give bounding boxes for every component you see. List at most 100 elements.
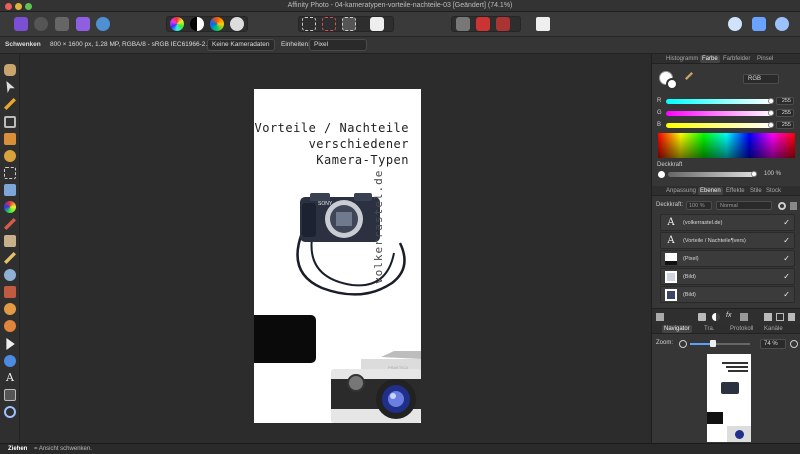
selection-mode-icon[interactable] <box>370 17 384 31</box>
inpainting-tool-icon[interactable] <box>4 286 16 298</box>
deselect-icon[interactable] <box>322 17 336 31</box>
marquee-tool-icon[interactable] <box>4 167 16 179</box>
tab-navigator[interactable]: Navigator <box>662 325 692 333</box>
zoom-in-icon[interactable] <box>790 340 798 348</box>
lock-icon[interactable] <box>790 202 797 210</box>
red-eye-tool-icon[interactable] <box>4 303 16 315</box>
tab-styles[interactable]: Stile <box>748 187 764 195</box>
tab-history[interactable]: Protokoll <box>728 325 755 333</box>
live-filter-icon[interactable] <box>740 313 748 321</box>
export-persona-icon[interactable] <box>96 17 110 31</box>
macro-icon[interactable] <box>536 17 550 31</box>
text-tool-icon[interactable]: A <box>4 372 16 384</box>
blend-mode-select[interactable]: Normal <box>716 201 772 210</box>
tab-channels[interactable]: Kanäle <box>762 325 785 333</box>
color-wheel-icon[interactable] <box>170 17 184 31</box>
layer-row[interactable]: (Bild) ✓ <box>660 286 795 303</box>
visibility-check-icon[interactable]: ✓ <box>783 272 790 281</box>
layer-row[interactable]: A (Vorteile / Nachteile¶vers) ✓ <box>660 232 795 249</box>
selection-brush-tool-icon[interactable] <box>4 133 16 145</box>
tab-layers[interactable]: Ebenen <box>698 187 723 195</box>
dodge-tool-icon[interactable] <box>4 235 16 247</box>
opacity-slider[interactable] <box>668 172 754 177</box>
tab-effects[interactable]: Effekte <box>724 187 747 195</box>
layer-row[interactable]: A (volkerrastel.de) ✓ <box>660 214 795 231</box>
studio-icon[interactable] <box>775 17 789 31</box>
mesh-warp-tool-icon[interactable] <box>4 320 16 332</box>
preview-title-line <box>722 362 748 364</box>
group-layers-icon[interactable] <box>764 313 772 321</box>
clone-tool-icon[interactable] <box>4 252 16 264</box>
document-canvas[interactable]: Vorteile / Nachteile verschiedener Kamer… <box>20 54 650 443</box>
tab-swatches[interactable]: Farbfelder <box>721 55 752 63</box>
blur-tool-icon[interactable] <box>4 269 16 281</box>
green-slider-knob[interactable] <box>768 110 774 116</box>
eyedropper-icon[interactable] <box>685 72 693 80</box>
auto-contrast-icon[interactable] <box>190 17 204 31</box>
crop-tool-icon[interactable] <box>4 116 16 128</box>
tab-color[interactable]: Farbe <box>700 55 720 63</box>
move-tool-icon[interactable] <box>6 81 15 93</box>
navigator-preview[interactable] <box>707 354 751 442</box>
fill-tool-icon[interactable] <box>4 184 16 196</box>
mask-layer-icon[interactable] <box>698 313 706 321</box>
add-layer-icon[interactable] <box>776 313 784 321</box>
tab-stock[interactable]: Stock <box>764 187 783 195</box>
red-slider-knob[interactable] <box>768 98 774 104</box>
visibility-check-icon[interactable]: ✓ <box>783 254 790 263</box>
green-channel-slider[interactable] <box>666 111 773 116</box>
paint-brush-tool-icon[interactable] <box>4 218 16 230</box>
zoom-value-field[interactable]: 74 % <box>760 339 786 349</box>
tab-adjustments[interactable]: Anpassung <box>664 187 698 195</box>
blue-channel-slider[interactable] <box>666 123 773 128</box>
tab-transform[interactable]: Tra. <box>702 325 716 333</box>
blue-value-field[interactable]: 255 <box>776 121 794 129</box>
opacity-slider-knob[interactable] <box>751 171 757 177</box>
photo-persona-icon[interactable] <box>14 17 28 31</box>
visibility-check-icon[interactable]: ✓ <box>783 218 790 227</box>
table-tool-icon[interactable] <box>4 389 16 401</box>
blue-slider-knob[interactable] <box>768 122 774 128</box>
green-value-field[interactable]: 255 <box>776 109 794 117</box>
document-page[interactable]: Vorteile / Nachteile verschiedener Kamer… <box>254 89 421 423</box>
red-eye-icon[interactable] <box>496 17 510 31</box>
visibility-check-icon[interactable]: ✓ <box>783 236 790 245</box>
mask-icon[interactable] <box>476 17 490 31</box>
secondary-color-well[interactable] <box>666 78 678 90</box>
zoom-slider-knob[interactable] <box>710 340 716 347</box>
flood-select-tool-icon[interactable] <box>4 150 16 162</box>
invert-selection-icon[interactable] <box>342 17 356 31</box>
shape-tool-icon[interactable] <box>4 355 16 367</box>
layer-stack-icon[interactable] <box>656 313 664 321</box>
assistant-icon[interactable] <box>456 17 470 31</box>
adjustment-layer-icon[interactable] <box>712 313 720 321</box>
visibility-check-icon[interactable]: ✓ <box>783 290 790 299</box>
auto-color-icon[interactable] <box>210 17 224 31</box>
zoom-out-icon[interactable] <box>679 340 687 348</box>
pen-tool-icon[interactable] <box>6 338 15 350</box>
arrange-icon[interactable] <box>752 17 766 31</box>
red-channel-slider[interactable] <box>666 99 773 104</box>
tab-histogram[interactable]: Histogramm <box>664 55 700 63</box>
layer-settings-gear-icon[interactable] <box>778 202 786 210</box>
color-tool-icon[interactable] <box>4 201 16 213</box>
auto-white-balance-icon[interactable] <box>230 17 244 31</box>
tab-brushes[interactable]: Pinsel <box>755 55 775 63</box>
layer-row[interactable]: (Pixel) ✓ <box>660 250 795 267</box>
fx-icon[interactable]: fx <box>726 312 731 319</box>
layer-row[interactable]: (Bild) ✓ <box>660 268 795 285</box>
delete-layer-icon[interactable] <box>788 313 795 321</box>
select-all-icon[interactable] <box>302 17 316 31</box>
develop-persona-icon[interactable] <box>55 17 69 31</box>
layers-footer: fx <box>652 308 800 324</box>
layers-opacity-field[interactable]: 100 % <box>686 201 712 210</box>
red-value-field[interactable]: 255 <box>776 97 794 105</box>
color-model-select[interactable]: RGB <box>743 74 779 84</box>
snapping-icon[interactable] <box>728 17 742 31</box>
color-picker-tool-icon[interactable] <box>4 98 16 110</box>
hand-tool-icon[interactable] <box>4 64 16 76</box>
color-spectrum[interactable] <box>658 133 795 158</box>
zoom-tool-icon[interactable] <box>4 406 16 418</box>
tone-mapping-persona-icon[interactable] <box>76 17 90 31</box>
liquify-persona-icon[interactable] <box>34 17 48 31</box>
